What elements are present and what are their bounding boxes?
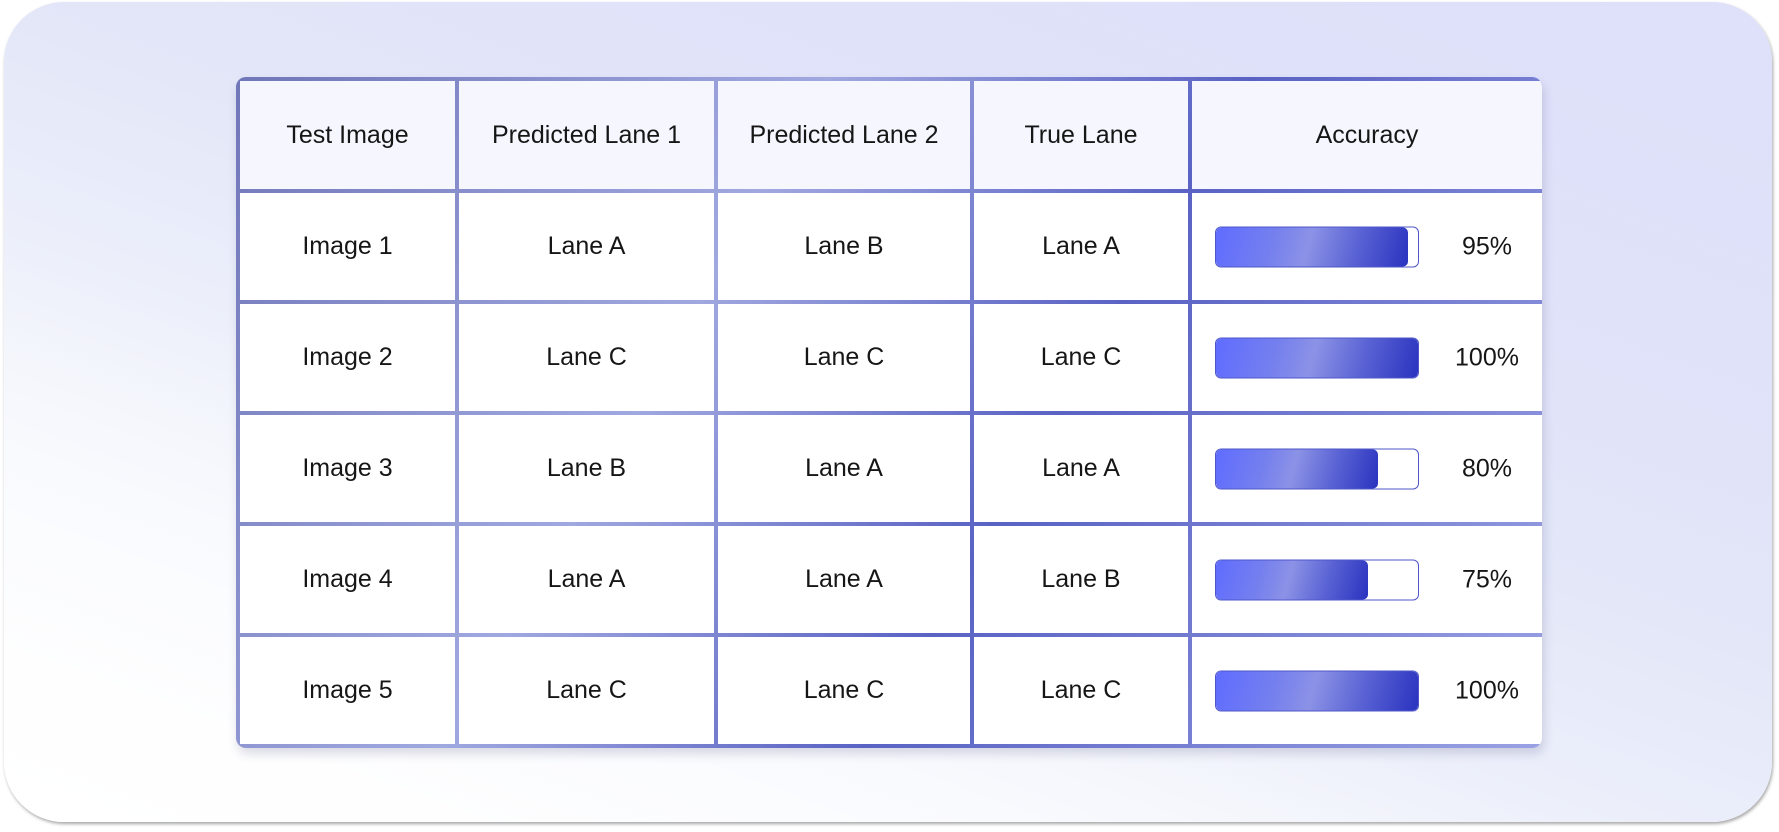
cell-predicted-lane-2: Lane A [718,526,970,633]
header-row: Test Image Predicted Lane 1 Predicted La… [240,81,1542,189]
header-accuracy: Accuracy [1192,81,1542,189]
accuracy-progress-bar [1215,448,1419,489]
cell-test-image: Image 1 [240,193,455,300]
accuracy-percent: 75% [1461,565,1513,593]
accuracy-progress-bar [1215,559,1419,600]
accuracy-bar-fill [1216,227,1408,266]
table-row: Image 4 Lane A Lane A Lane B 75% [240,526,1542,633]
cell-accuracy: 80% [1192,415,1542,522]
cell-true-lane: Lane B [974,526,1188,633]
accuracy-bar-fill [1216,671,1418,710]
cell-accuracy: 75% [1192,526,1542,633]
header-predicted-lane-1: Predicted Lane 1 [459,81,714,189]
accuracy-progress-bar [1215,337,1419,378]
cell-test-image: Image 3 [240,415,455,522]
cell-predicted-lane-1: Lane C [459,304,714,411]
cell-true-lane: Lane A [974,415,1188,522]
cell-predicted-lane-1: Lane C [459,637,714,744]
cell-true-lane: Lane C [974,304,1188,411]
table-row: Image 3 Lane B Lane A Lane A 80% [240,415,1542,522]
cell-accuracy: 95% [1192,193,1542,300]
header-predicted-lane-2: Predicted Lane 2 [718,81,970,189]
cell-true-lane: Lane C [974,637,1188,744]
cell-predicted-lane-2: Lane B [718,193,970,300]
lane-prediction-table: Test Image Predicted Lane 1 Predicted La… [236,77,1542,748]
cell-true-lane: Lane A [974,193,1188,300]
cell-predicted-lane-1: Lane A [459,193,714,300]
cell-accuracy: 100% [1192,304,1542,411]
accuracy-bar-fill [1216,449,1378,488]
accuracy-percent: 80% [1461,454,1513,482]
accuracy-percent: 95% [1461,232,1513,260]
header-test-image: Test Image [240,81,455,189]
table-row: Image 2 Lane C Lane C Lane C 100% [240,304,1542,411]
cell-test-image: Image 2 [240,304,455,411]
accuracy-percent: 100% [1455,676,1519,704]
cell-accuracy: 100% [1192,637,1542,744]
cell-test-image: Image 5 [240,637,455,744]
cell-predicted-lane-2: Lane A [718,415,970,522]
table-row: Image 1 Lane A Lane B Lane A 95% [240,193,1542,300]
cell-predicted-lane-2: Lane C [718,304,970,411]
accuracy-percent: 100% [1455,343,1519,371]
cell-predicted-lane-1: Lane A [459,526,714,633]
header-true-lane: True Lane [974,81,1188,189]
cell-predicted-lane-2: Lane C [718,637,970,744]
accuracy-progress-bar [1215,226,1419,267]
accuracy-progress-bar [1215,670,1419,711]
table-row: Image 5 Lane C Lane C Lane C 100% [240,637,1542,744]
results-table: Test Image Predicted Lane 1 Predicted La… [236,77,1542,748]
accuracy-bar-fill [1216,560,1368,599]
accuracy-bar-fill [1216,338,1418,377]
cell-predicted-lane-1: Lane B [459,415,714,522]
cell-test-image: Image 4 [240,526,455,633]
